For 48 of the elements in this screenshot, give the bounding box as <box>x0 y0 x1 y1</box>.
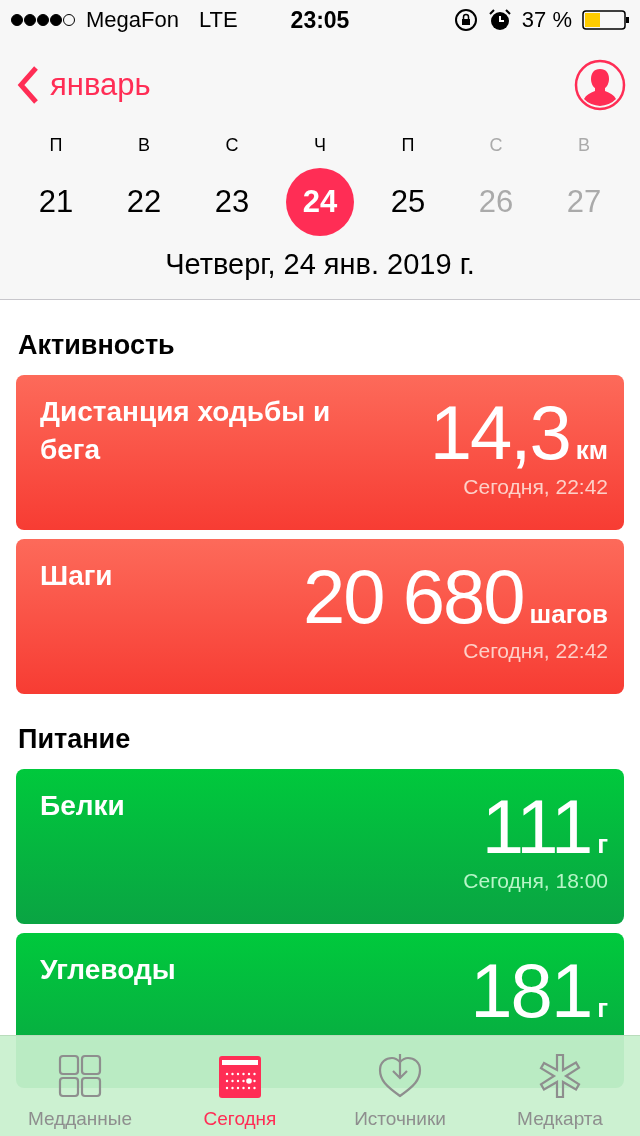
metric-title: Дистанция ходьбы и бега <box>40 395 332 467</box>
signal-icon <box>10 13 78 27</box>
weekday-letter: Ч <box>314 134 326 157</box>
metric-value: 14,3 <box>429 389 570 477</box>
metric-card[interactable]: Белки 111 г Сегодня, 18:00 <box>16 769 624 924</box>
weekday-letter: В <box>138 134 150 157</box>
metric-time: Сегодня, 18:00 <box>463 869 608 893</box>
metric-unit: г <box>597 829 608 860</box>
metric-card[interactable]: Шаги 20 680 шагов Сегодня, 22:42 <box>16 539 624 694</box>
metric-title: Белки <box>40 789 125 823</box>
metric-unit: г <box>597 993 608 1024</box>
date-button[interactable]: 23 <box>198 168 266 236</box>
metric-title: Углеводы <box>40 953 176 987</box>
section-title: Питание <box>17 723 132 756</box>
weekday-letter: В <box>578 134 590 157</box>
weekday-letter: С <box>489 134 503 157</box>
chevron-left-icon <box>16 65 40 105</box>
weekday-letter: П <box>49 134 63 157</box>
metric-time: Сегодня, 22:42 <box>463 639 608 663</box>
battery-icon <box>582 10 630 30</box>
metric-unit: шагов <box>529 599 608 630</box>
carrier-name: MegaFon <box>86 7 179 33</box>
grid-icon <box>56 1052 104 1100</box>
date-button[interactable]: 27 <box>550 168 618 236</box>
date-button[interactable]: 22 <box>110 168 178 236</box>
rotation-lock-icon <box>453 8 478 32</box>
metric-time: Сегодня, 22:42 <box>463 475 608 499</box>
weekday-letter: П <box>401 134 415 157</box>
date-button[interactable]: 24 <box>286 168 354 236</box>
date-button[interactable]: 21 <box>22 168 90 236</box>
weekday-letter: С <box>225 134 239 157</box>
metric-title: Шаги <box>40 559 113 593</box>
selected-date: Четверг, 24 янв. 2019 г. <box>164 247 476 282</box>
metric-value: 20 680 <box>303 553 524 641</box>
clock: 23:05 <box>290 6 350 34</box>
battery-percent: 37 % <box>521 7 572 33</box>
heart-download-icon <box>376 1052 424 1100</box>
metric-value: 181 <box>470 947 592 1035</box>
date-button[interactable]: 25 <box>374 168 442 236</box>
metric-card[interactable]: Дистанция ходьбы и бега 14,3 км Сегодня, 22:42 <box>16 375 624 530</box>
metric-unit: км <box>575 435 608 466</box>
section-title: Активность <box>17 329 176 362</box>
profile-icon[interactable] <box>574 59 626 111</box>
network-type: LTE <box>198 7 238 33</box>
metric-value: 111 <box>481 783 592 871</box>
alarm-icon <box>487 8 512 32</box>
back-link[interactable]: январь <box>16 65 151 105</box>
date-button[interactable]: 26 <box>462 168 530 236</box>
